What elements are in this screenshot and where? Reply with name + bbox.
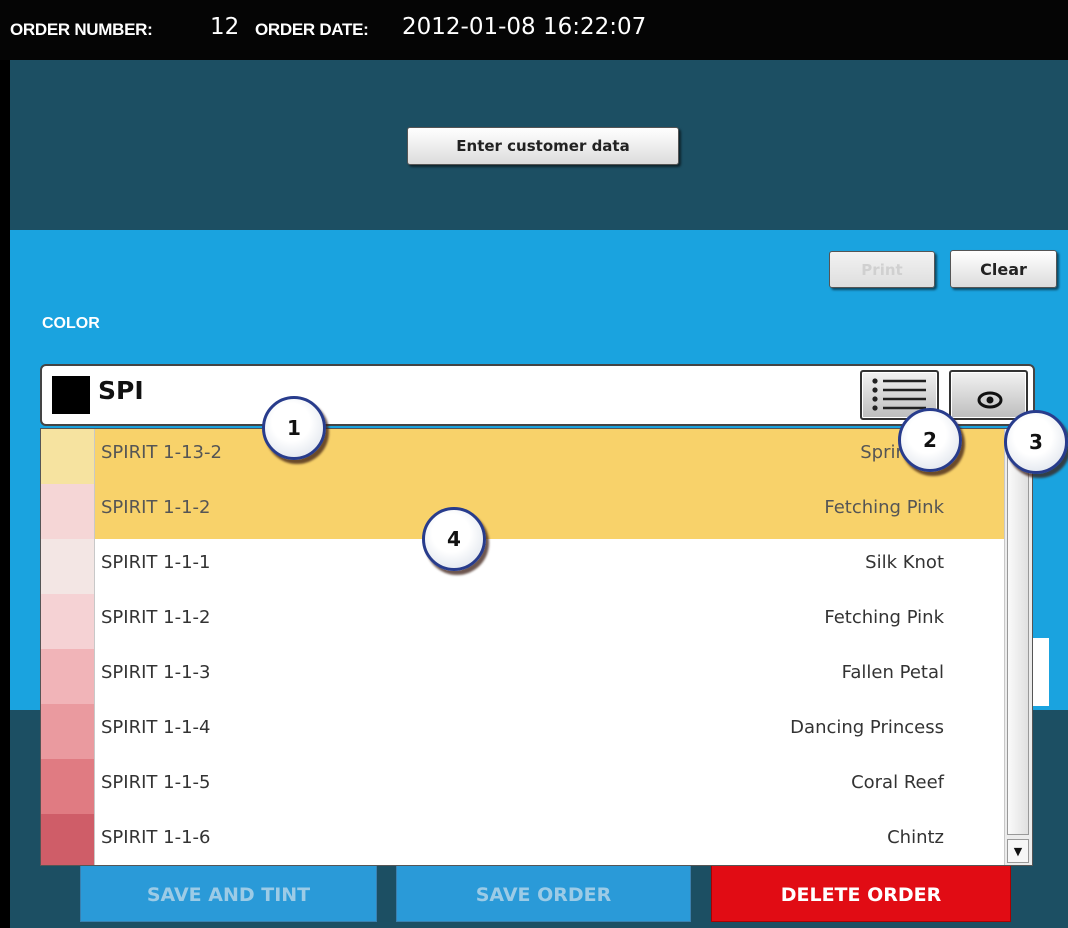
color-swatch [41,594,95,649]
color-search-value[interactable]: SPI [98,376,144,405]
color-code: SPIRIT 1-1-4 [101,717,211,738]
clear-button[interactable]: Clear [950,250,1057,288]
color-code: SPIRIT 1-13-2 [101,442,222,463]
color-name: Silk Knot [865,552,944,573]
color-name: Fallen Petal [841,662,944,683]
callout-4: 4 [422,507,486,571]
color-search-input[interactable]: SPI [40,364,1035,426]
color-code: SPIRIT 1-1-2 [101,607,211,628]
eye-icon [977,391,1003,409]
order-date-label: ORDER DATE: [255,20,369,39]
save-order-button[interactable]: SAVE ORDER [396,862,691,922]
list-item[interactable]: SPIRIT 1-1-2 Fetching Pink [41,594,1006,649]
enter-customer-data-button[interactable]: Enter customer data [407,127,679,165]
color-code: SPIRIT 1-1-3 [101,662,211,683]
list-item[interactable]: SPIRIT 1-1-3 Fallen Petal [41,649,1006,704]
callout-1: 1 [262,396,326,460]
color-swatch [41,759,95,814]
save-and-tint-button[interactable]: SAVE AND TINT [80,862,377,922]
color-dropdown-list[interactable]: SPIRIT 1-13-2Spring Cr SPIRIT 1-1-2 Fetchi… [40,428,1033,866]
color-name: Dancing Princess [790,717,944,738]
color-name: Fetching Pink [824,497,944,518]
list-item[interactable]: SPIRIT 1-1-2 Fetching Pink [41,484,1006,539]
color-label: COLOR [42,315,100,332]
print-button[interactable]: Print [829,251,935,288]
list-item[interactable]: SPIRIT 1-1-4 Dancing Princess [41,704,1006,759]
color-name: Fetching Pink [824,607,944,628]
preview-button[interactable] [949,370,1028,420]
color-swatch [41,484,95,539]
order-date-value: 2012-01-08 16:22:07 [402,14,647,40]
color-code: SPIRIT 1-1-2 [101,497,211,518]
callout-2: 2 [898,408,962,472]
color-swatch [52,376,90,414]
color-swatch [41,429,95,484]
color-code: SPIRIT 1-1-1 [101,552,211,573]
scroll-down-arrow-icon[interactable]: ▼ [1007,839,1029,863]
color-code: SPIRIT 1-1-5 [101,772,211,793]
list-item[interactable]: SPIRIT 1-1-6 Chintz [41,814,1006,865]
order-number-value: 12 [210,14,240,40]
color-swatch [41,539,95,594]
color-swatch [41,649,95,704]
list-item[interactable]: SPIRIT 1-1-1 Silk Knot [41,539,1006,594]
list-item[interactable]: SPIRIT 1-13-2Spring Cr [41,429,1006,484]
list-item[interactable]: SPIRIT 1-1-5 Coral Reef [41,759,1006,814]
order-number-label: ORDER NUMBER: [10,20,153,39]
callout-3: 3 [1004,410,1068,474]
color-code: SPIRIT 1-1-6 [101,827,211,848]
order-header: ORDER NUMBER: 12 ORDER DATE: 2012-01-08 … [0,0,1068,60]
color-swatch [41,704,95,759]
scrollbar[interactable]: ▼ [1004,429,1032,865]
color-name: Chintz [887,827,944,848]
delete-order-button[interactable]: DELETE ORDER [711,862,1011,922]
color-name: Coral Reef [851,772,944,793]
scrollbar-thumb[interactable] [1007,431,1029,835]
color-swatch [41,814,95,865]
